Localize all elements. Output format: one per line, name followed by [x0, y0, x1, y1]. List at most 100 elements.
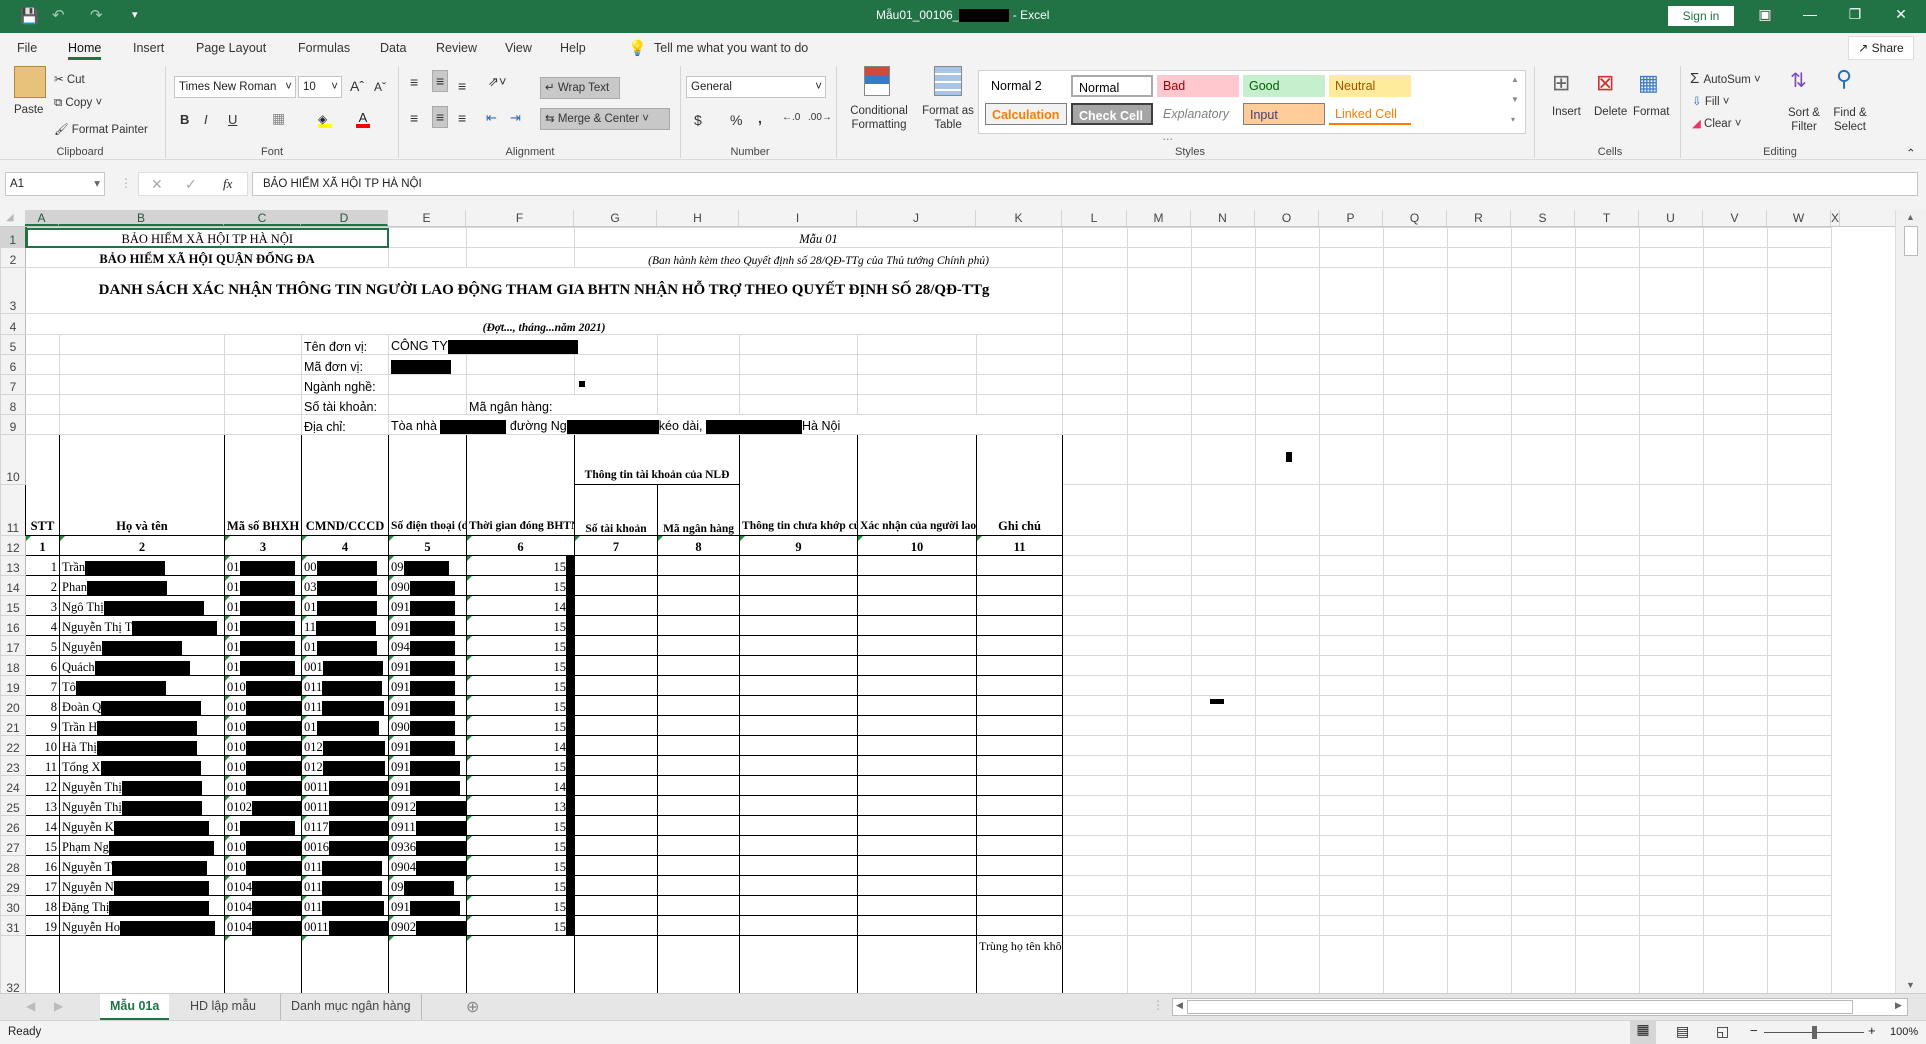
- stt-cell[interactable]: 13: [25, 795, 60, 816]
- empty-cell[interactable]: [1255, 575, 1321, 596]
- prev-sheet-icon[interactable]: ◀: [26, 999, 35, 1013]
- fill-button[interactable]: ⇩ Fill ˅: [1692, 94, 1729, 108]
- empty-cell[interactable]: [1255, 247, 1321, 268]
- empty-cell[interactable]: [1447, 655, 1513, 676]
- phone-cell[interactable]: 0912: [388, 795, 468, 816]
- column-header-u[interactable]: U: [1639, 210, 1703, 226]
- empty-cell[interactable]: [1447, 815, 1513, 836]
- empty-cell[interactable]: [1127, 535, 1193, 556]
- tab-review[interactable]: Review: [436, 41, 477, 55]
- bhxh-cell[interactable]: 0104: [224, 875, 302, 896]
- empty-cell[interactable]: [1383, 575, 1449, 596]
- column-header-p[interactable]: P: [1319, 210, 1383, 226]
- empty-cell[interactable]: [1127, 374, 1193, 395]
- name-cell[interactable]: Phan: [59, 575, 225, 596]
- empty-cell[interactable]: [1319, 484, 1385, 536]
- phone-cell[interactable]: 091: [388, 595, 468, 616]
- phone-cell[interactable]: 09: [388, 555, 468, 576]
- empty-cell[interactable]: [1319, 675, 1385, 696]
- column-header-t[interactable]: T: [1575, 210, 1639, 226]
- tab-help[interactable]: Help: [560, 41, 586, 55]
- scroll-up-icon[interactable]: ▲: [1906, 212, 1915, 222]
- empty-cell[interactable]: [1447, 575, 1513, 596]
- bank-code-cell[interactable]: [657, 635, 741, 656]
- empty-cell[interactable]: [1255, 227, 1321, 248]
- empty-cell[interactable]: [1511, 855, 1577, 876]
- stt-cell[interactable]: 17: [25, 875, 60, 896]
- empty-cell[interactable]: [1767, 354, 1833, 375]
- empty-cell[interactable]: [1767, 394, 1833, 415]
- header-account-group[interactable]: Thông tin tài khoản của NLĐ: [574, 434, 741, 485]
- id-cell[interactable]: 011: [300, 875, 390, 896]
- id-cell[interactable]: 001: [300, 655, 390, 676]
- empty-cell[interactable]: [1639, 313, 1705, 335]
- note-cell[interactable]: [976, 575, 1064, 596]
- insert-button[interactable]: Insert: [1552, 106, 1581, 118]
- empty-cell[interactable]: [1767, 434, 1833, 485]
- empty-cell[interactable]: [1703, 815, 1769, 836]
- empty-cell[interactable]: [1191, 247, 1257, 268]
- column-number[interactable]: 2: [59, 535, 225, 556]
- empty-cell[interactable]: [1319, 374, 1385, 395]
- minimize-icon[interactable]: —: [1795, 6, 1825, 22]
- empty-cell[interactable]: [1511, 715, 1577, 736]
- address-value[interactable]: Tòa nhà đường Ng kéo dài, Hà Nội: [388, 414, 1064, 435]
- empty-cell[interactable]: [657, 334, 741, 355]
- empty-cell[interactable]: [1639, 227, 1705, 248]
- stt-cell[interactable]: 2: [25, 575, 60, 596]
- stt-cell[interactable]: 8: [25, 695, 60, 716]
- empty-cell[interactable]: [1447, 394, 1513, 415]
- select-all-icon[interactable]: ◢: [6, 212, 14, 223]
- bhxh-cell[interactable]: 0104: [224, 915, 302, 936]
- mismatch-cell[interactable]: [739, 755, 859, 776]
- row-header[interactable]: 31: [0, 915, 26, 936]
- column-number[interactable]: 1: [25, 535, 60, 556]
- empty-cell[interactable]: [1191, 835, 1257, 856]
- empty-cell[interactable]: [1575, 935, 1641, 993]
- empty-cell[interactable]: [1127, 775, 1193, 796]
- empty-cell[interactable]: [1255, 775, 1321, 796]
- months-cell[interactable]: 15: [466, 695, 576, 716]
- align-right-icon[interactable]: ≡: [458, 110, 466, 126]
- stt-cell[interactable]: 3: [25, 595, 60, 616]
- empty-cell[interactable]: [1511, 915, 1577, 936]
- empty-cell[interactable]: [1447, 775, 1513, 796]
- empty-cell[interactable]: [1062, 394, 1129, 415]
- row-header[interactable]: 10: [0, 434, 26, 485]
- row-header[interactable]: 12: [0, 535, 26, 556]
- empty-cell[interactable]: [1127, 394, 1193, 415]
- note-cell[interactable]: [976, 855, 1064, 876]
- empty-cell[interactable]: [1511, 695, 1577, 716]
- empty-cell[interactable]: [1383, 755, 1449, 776]
- empty-cell[interactable]: [1639, 414, 1705, 435]
- empty-cell[interactable]: [1511, 434, 1577, 485]
- empty-cell[interactable]: [1767, 635, 1833, 656]
- empty-cell[interactable]: [1511, 555, 1577, 576]
- id-cell[interactable]: 011: [300, 675, 390, 696]
- bank-code-cell[interactable]: [657, 575, 741, 596]
- note-cell[interactable]: [976, 835, 1064, 856]
- header-account-no[interactable]: Số tài khoản: [574, 484, 659, 536]
- empty-cell[interactable]: [1767, 535, 1833, 556]
- name-cell[interactable]: Trần: [59, 555, 225, 576]
- empty-cell[interactable]: [1319, 354, 1385, 375]
- row-header[interactable]: 21: [0, 715, 26, 736]
- next-sheet-icon[interactable]: ▶: [54, 999, 63, 1013]
- name-cell[interactable]: Tô: [59, 675, 225, 696]
- empty-cell[interactable]: [1127, 227, 1193, 248]
- align-middle-icon[interactable]: ≡: [432, 70, 449, 92]
- empty-cell[interactable]: [1767, 313, 1833, 335]
- empty-cell[interactable]: [1575, 855, 1641, 876]
- empty-cell[interactable]: [1319, 334, 1385, 355]
- horizontal-scrollbar[interactable]: ◀ ▶: [1172, 998, 1908, 1016]
- empty-cell[interactable]: [1575, 655, 1641, 676]
- align-bottom-icon[interactable]: ≡: [458, 78, 466, 94]
- empty-cell[interactable]: [1703, 535, 1769, 556]
- empty-cell[interactable]: [1255, 635, 1321, 656]
- column-number[interactable]: 9: [739, 535, 859, 556]
- borders-icon[interactable]: ▦: [272, 110, 285, 127]
- bank-code-cell[interactable]: [657, 775, 741, 796]
- row-header[interactable]: 13: [0, 555, 26, 576]
- empty-cell[interactable]: [1062, 795, 1129, 816]
- empty-cell[interactable]: [1447, 855, 1513, 876]
